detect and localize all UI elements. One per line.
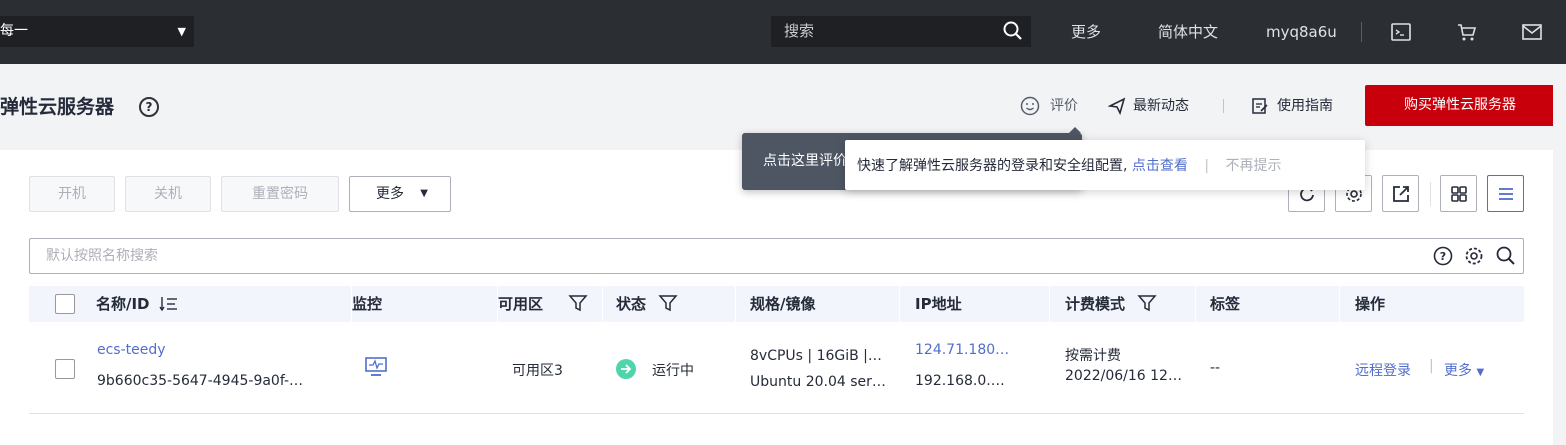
remote-login-link[interactable]: 远程登录 bbox=[1355, 360, 1411, 380]
top-link-account[interactable]: myq8a6u bbox=[1266, 0, 1337, 64]
divider bbox=[1195, 286, 1196, 322]
divider bbox=[1361, 22, 1362, 42]
guide-popover: 快速了解弹性云服务器的登录和安全组配置, 点击查看 | 不再提示 bbox=[845, 140, 1365, 190]
col-ip: IP地址 bbox=[915, 295, 962, 313]
export-button[interactable] bbox=[1382, 175, 1419, 212]
help-icon[interactable]: ? bbox=[1433, 246, 1453, 266]
chevron-down-icon: ▼ bbox=[1476, 367, 1485, 378]
page-title: 弹性云服务器 bbox=[0, 96, 115, 118]
tooltip-arrow bbox=[1069, 127, 1081, 133]
dismiss-link[interactable]: 不再提示 bbox=[1226, 158, 1282, 174]
feedback-link[interactable]: 评价 bbox=[1050, 96, 1078, 116]
cart-icon[interactable] bbox=[1456, 21, 1478, 43]
guide-popover-text: 快速了解弹性云服务器的登录和安全组配置, bbox=[857, 158, 1128, 174]
top-navbar: 每一 ▼ 搜索 更多 简体中文 myq8a6u bbox=[0, 0, 1566, 64]
list-icon bbox=[1499, 188, 1513, 200]
col-zone: 可用区 bbox=[498, 295, 544, 313]
send-icon bbox=[1108, 97, 1126, 115]
filter-search-input[interactable]: 默认按照名称搜索 ? bbox=[29, 238, 1524, 274]
divider bbox=[1223, 99, 1224, 113]
top-link-language[interactable]: 简体中文 bbox=[1158, 0, 1218, 64]
news-link[interactable]: 最新动态 bbox=[1133, 96, 1189, 116]
billing-mode: 按需计费 bbox=[1065, 348, 1121, 364]
more-actions-button[interactable]: 更多 ▼ bbox=[349, 176, 451, 212]
col-monitor: 监控 bbox=[352, 295, 383, 313]
row-more-label: 更多 bbox=[1444, 363, 1472, 379]
terminal-icon[interactable] bbox=[1390, 21, 1412, 43]
mail-icon[interactable] bbox=[1521, 21, 1543, 43]
billing-date: 2022/06/16 12… bbox=[1065, 368, 1182, 384]
export-icon bbox=[1393, 186, 1409, 202]
search-placeholder: 搜索 bbox=[784, 22, 815, 40]
filter-icon[interactable] bbox=[568, 294, 588, 312]
filter-placeholder: 默认按照名称搜索 bbox=[46, 248, 158, 264]
col-tags: 标签 bbox=[1210, 295, 1241, 313]
gear-icon[interactable] bbox=[1464, 246, 1484, 266]
smile-icon[interactable] bbox=[1020, 96, 1040, 116]
more-label: 更多 bbox=[376, 186, 404, 202]
guide-link[interactable]: 使用指南 bbox=[1277, 96, 1333, 116]
svg-text:?: ? bbox=[1440, 250, 1446, 263]
region-label: 每一 bbox=[0, 23, 28, 39]
divider bbox=[735, 286, 736, 322]
top-link-more[interactable]: 更多 bbox=[1071, 0, 1101, 64]
instance-id: 9b660c35-5647-4945-9a0f-… bbox=[97, 373, 304, 389]
image-value: Ubuntu 20.04 ser… bbox=[750, 374, 886, 390]
divider: | bbox=[1204, 158, 1210, 174]
buy-ecs-button[interactable]: 购买弹性云服务器 bbox=[1365, 85, 1555, 126]
view-details-link[interactable]: 点击查看 bbox=[1132, 158, 1188, 174]
tags-value: -- bbox=[1210, 360, 1221, 376]
monitor-icon[interactable] bbox=[365, 357, 387, 377]
divider bbox=[899, 286, 900, 322]
filter-icon[interactable] bbox=[1137, 294, 1157, 312]
divider: | bbox=[1429, 358, 1434, 374]
col-status: 状态 bbox=[616, 295, 647, 313]
filter-icon[interactable] bbox=[658, 294, 678, 312]
scrollbar[interactable] bbox=[1553, 64, 1566, 445]
status-value: 运行中 bbox=[652, 363, 694, 379]
guide-icon bbox=[1252, 98, 1268, 114]
col-name[interactable]: 名称/ID bbox=[96, 286, 150, 322]
row-more-link[interactable]: 更多 ▼ bbox=[1444, 360, 1484, 380]
running-status-icon bbox=[616, 359, 636, 379]
global-search[interactable]: 搜索 bbox=[771, 16, 1031, 47]
feedback-tooltip-text: 点击这里评价 bbox=[763, 153, 847, 169]
row-checkbox[interactable] bbox=[55, 359, 75, 379]
help-icon[interactable]: ? bbox=[139, 97, 159, 117]
reset-password-button[interactable]: 重置密码 bbox=[221, 176, 339, 212]
divider bbox=[602, 286, 603, 322]
chevron-down-icon: ▼ bbox=[177, 25, 186, 38]
divider bbox=[1339, 286, 1340, 322]
select-all-checkbox[interactable] bbox=[55, 294, 75, 314]
grid-icon bbox=[1451, 186, 1467, 202]
grid-view-button[interactable] bbox=[1440, 175, 1477, 212]
search-icon[interactable] bbox=[1003, 21, 1023, 41]
col-billing: 计费模式 bbox=[1065, 295, 1126, 313]
start-button[interactable]: 开机 bbox=[29, 176, 115, 212]
stop-button[interactable]: 关机 bbox=[125, 176, 211, 212]
zone-value: 可用区3 bbox=[512, 363, 563, 379]
col-spec: 规格/镜像 bbox=[750, 295, 816, 313]
divider bbox=[29, 413, 1524, 414]
sort-icon[interactable] bbox=[159, 296, 179, 312]
divider bbox=[1049, 286, 1050, 322]
instance-name-link[interactable]: ecs-teedy bbox=[97, 342, 166, 358]
list-view-button[interactable] bbox=[1487, 175, 1524, 212]
private-ip: 192.168.0.… bbox=[915, 373, 1005, 389]
divider bbox=[1430, 182, 1431, 206]
spec-value: 8vCPUs | 16GiB |… bbox=[750, 348, 882, 364]
search-icon[interactable] bbox=[1496, 246, 1516, 266]
col-ops: 操作 bbox=[1355, 295, 1386, 313]
public-ip-link[interactable]: 124.71.180… bbox=[915, 342, 1009, 358]
region-selector[interactable]: 每一 ▼ bbox=[0, 16, 194, 47]
chevron-down-icon: ▼ bbox=[420, 188, 428, 199]
table-header: 名称/ID 监控 可用区 状态 规格/镜像 IP地址 计费模式 标签 操作 bbox=[29, 286, 1524, 322]
